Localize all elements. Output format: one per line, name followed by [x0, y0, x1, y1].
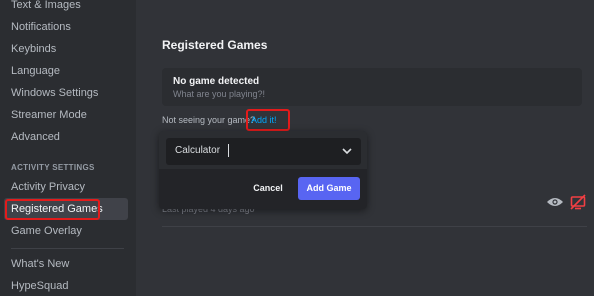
sidebar-item-activity-privacy[interactable]: Activity Privacy: [4, 176, 128, 198]
sidebar-item-language[interactable]: Language: [4, 60, 128, 82]
settings-sidebar: Text & Images Notifications Keybinds Lan…: [0, 0, 136, 296]
no-game-card: No game detected What are you playing?!: [162, 68, 582, 106]
page-title: Registered Games: [162, 38, 268, 52]
sidebar-item-game-overlay[interactable]: Game Overlay: [4, 220, 128, 242]
no-game-title: No game detected: [173, 76, 260, 87]
activity-settings-header: ACTIVITY SETTINGS: [11, 163, 95, 172]
cancel-button[interactable]: Cancel: [245, 177, 291, 199]
sidebar-item-notifications[interactable]: Notifications: [4, 16, 128, 38]
text-caret: [228, 144, 229, 157]
add-game-popup: Calculator Cancel Add Game: [159, 131, 367, 209]
sidebar-item-hypesquad[interactable]: HypeSquad: [4, 275, 128, 296]
sidebar-item-registered-games[interactable]: Registered Games: [4, 198, 128, 220]
sidebar-item-whats-new[interactable]: What's New: [4, 253, 128, 275]
sidebar-divider: [11, 248, 124, 249]
add-it-link[interactable]: Add it!: [251, 115, 277, 125]
sidebar-item-streamer-mode[interactable]: Streamer Mode: [4, 104, 128, 126]
not-seeing-text: Not seeing your game?: [162, 115, 256, 125]
game-select[interactable]: Calculator: [166, 138, 361, 165]
eye-icon[interactable]: [546, 196, 564, 208]
no-game-subtitle: What are you playing?!: [173, 89, 266, 99]
sidebar-item-text-images[interactable]: Text & Images: [4, 0, 128, 16]
overlay-disabled-icon[interactable]: [570, 194, 586, 210]
sidebar-item-windows-settings[interactable]: Windows Settings: [4, 82, 128, 104]
sidebar-item-advanced[interactable]: Advanced: [4, 126, 128, 148]
game-row-divider: [162, 226, 587, 227]
chevron-down-icon[interactable]: [342, 147, 352, 155]
sidebar-item-keybinds[interactable]: Keybinds: [4, 38, 128, 60]
game-select-value: Calculator: [175, 145, 221, 156]
popup-footer: Cancel Add Game: [159, 169, 367, 209]
add-game-button[interactable]: Add Game: [298, 177, 360, 200]
